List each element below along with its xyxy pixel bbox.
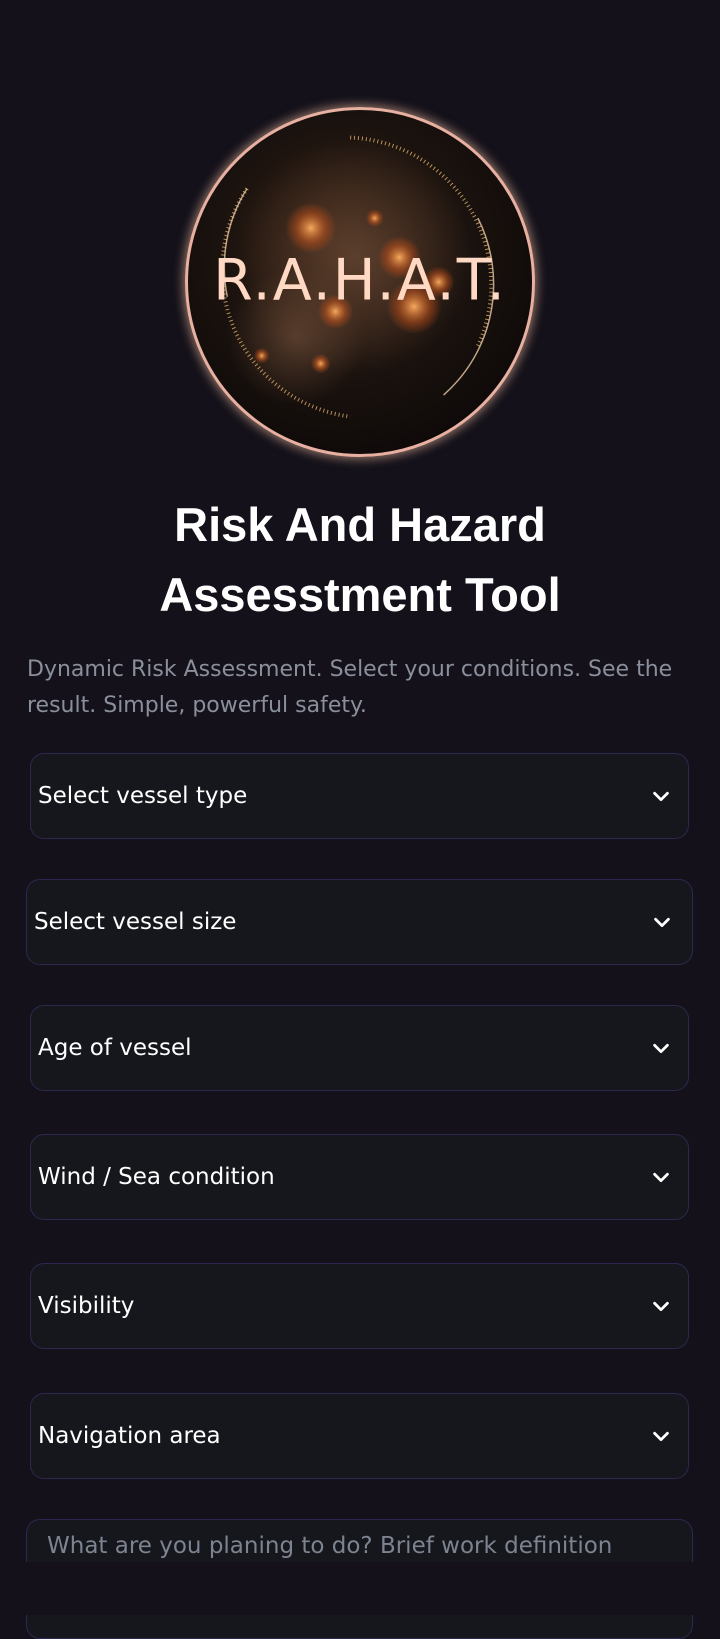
chevron-down-icon [653,1172,669,1183]
chevron-down-icon [653,1431,669,1442]
vessel-type-select-label: Select vessel type [38,783,248,809]
vessel-size-select-label: Select vessel size [34,909,237,935]
chevron-down-icon [653,1301,669,1312]
visibility-select-label: Visibility [38,1293,135,1319]
vessel-type-select[interactable]: Select vessel type [30,753,689,839]
page-title-line2: Assesstment Tool [159,568,561,621]
chevron-down-icon [653,1043,669,1054]
vessel-age-select-label: Age of vessel [38,1035,192,1061]
vessel-age-select[interactable]: Age of vessel [30,1005,689,1091]
bottom-spacer [0,1562,720,1615]
page-title-line1: Risk And Hazard [174,498,546,551]
navigation-area-select-label: Navigation area [38,1423,221,1449]
page-title: Risk And Hazard Assesstment Tool [0,490,720,630]
page-subtitle: Dynamic Risk Assessment. Select your con… [27,657,673,718]
logo-graphic: R.A.H.A.T. [213,135,507,419]
navigation-area-select[interactable]: Navigation area [30,1393,689,1479]
chevron-down-icon [654,917,670,928]
vessel-size-select[interactable]: Select vessel size [26,879,693,965]
logo-text: R.A.H.A.T. [213,248,507,314]
visibility-select[interactable]: Visibility [30,1263,689,1349]
wind-sea-condition-select[interactable]: Wind / Sea condition [30,1134,689,1220]
chevron-down-icon [653,791,669,802]
rahat-logo: R.A.H.A.T. [185,107,535,457]
wind-sea-condition-select-label: Wind / Sea condition [38,1164,275,1190]
